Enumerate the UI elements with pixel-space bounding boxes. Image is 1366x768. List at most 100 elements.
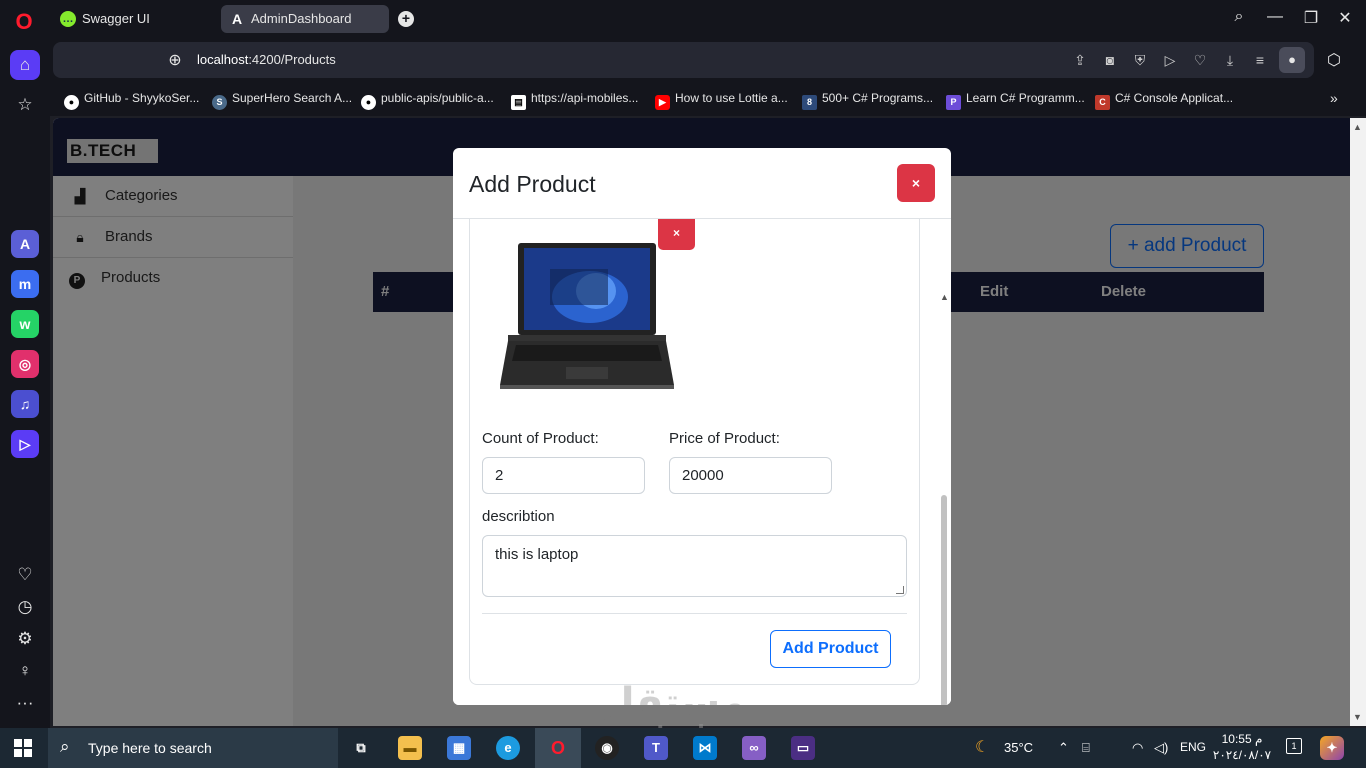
heart-icon[interactable]: ♡ <box>1191 52 1209 69</box>
document-icon: ▤ <box>511 95 526 110</box>
app-icon[interactable]: ◉ <box>595 736 619 760</box>
submit-add-product-button[interactable]: Add Product <box>770 630 891 668</box>
file-explorer-icon[interactable]: ▬ <box>398 736 422 760</box>
opera-sidebar: ⌂ ☆ A m w ◎ ♫ ▷ ♡ ◷ ⚙ ♀ ··· <box>0 38 50 728</box>
scroll-up-icon[interactable]: ▲ <box>1353 122 1362 132</box>
bookmark-item[interactable]: 8 500+ C# Programs... <box>802 91 933 110</box>
notifications-icon[interactable]: 1 <box>1286 738 1302 754</box>
address-bar[interactable]: ⊕ localhost:4200/Products ⇪ ◙ ⛨ ▷ ♡ ⤓ ≡ … <box>53 42 1314 78</box>
tab-admin-dashboard[interactable]: A AdminDashboard <box>221 5 389 33</box>
clock-time: 10:55 م <box>1221 732 1263 746</box>
youtube-icon: ▶ <box>655 95 670 110</box>
price-label: Price of Product: <box>669 430 780 447</box>
price-input[interactable]: 20000 <box>669 457 832 494</box>
search-tabs-icon[interactable]: ⌕ <box>1227 8 1251 26</box>
download-icon[interactable]: ⤓ <box>1221 52 1239 69</box>
count-input[interactable]: 2 <box>482 457 645 494</box>
github-icon: ● <box>361 95 376 110</box>
lightbulb-icon[interactable]: ♀ <box>10 656 40 686</box>
restore-icon[interactable]: ❐ <box>1299 8 1323 28</box>
site-icon: P <box>946 95 961 110</box>
bookmarks-overflow-icon[interactable]: » <box>1330 90 1338 106</box>
wifi-icon[interactable]: ◠ <box>1132 740 1143 756</box>
bookmarks-bar: ● GitHub - ShyykoSer... S SuperHero Search… <box>50 82 1366 116</box>
messenger-icon[interactable]: m <box>11 270 39 298</box>
extensions-icon[interactable]: ⬡ <box>1324 50 1344 70</box>
tab-label: AdminDashboard <box>251 11 352 26</box>
task-view-icon[interactable]: ⧉ <box>349 736 373 760</box>
superhero-icon: S <box>212 95 227 110</box>
github-icon: ● <box>64 95 79 110</box>
tray-overflow-icon[interactable]: ⌃ <box>1058 740 1069 756</box>
opera-icon[interactable]: O <box>546 736 570 760</box>
bookmark-item[interactable]: ▶ How to use Lottie a... <box>655 91 788 110</box>
visual-studio-icon[interactable]: ∞ <box>742 736 766 760</box>
new-tab-button[interactable]: + <box>398 11 414 27</box>
minimize-icon[interactable]: — <box>1263 8 1287 26</box>
description-text: this is laptop <box>495 546 579 563</box>
modal-body: × Count of Product: 2 Price of Product: … <box>453 219 951 705</box>
bookmark-item[interactable]: ● public-apis/public-a... <box>361 91 494 110</box>
whatsapp-icon[interactable]: w <box>11 310 39 338</box>
bookmark-item[interactable]: P Learn C# Programm... <box>946 91 1085 110</box>
opera-logo-icon[interactable]: O <box>12 10 36 34</box>
vscode-icon[interactable]: ⋈ <box>693 736 717 760</box>
star-icon[interactable]: ☆ <box>10 90 40 120</box>
camera-icon[interactable]: ◙ <box>1101 52 1119 68</box>
music-icon[interactable]: ♫ <box>11 390 39 418</box>
bookmark-item[interactable]: ● GitHub - ShyykoSer... <box>64 91 199 110</box>
product-image-laptop <box>500 243 674 389</box>
search-icon: ⌕ <box>60 737 70 756</box>
temperature[interactable]: 35°C <box>1004 740 1033 755</box>
instagram-icon[interactable]: ◎ <box>11 350 39 378</box>
terminal-icon[interactable]: ▭ <box>791 736 815 760</box>
close-modal-button[interactable]: × <box>897 164 935 202</box>
swagger-icon: … <box>60 11 76 27</box>
url-text[interactable]: localhost:4200/Products <box>197 52 336 67</box>
volume-icon[interactable]: ◁) <box>1154 740 1168 756</box>
form-divider <box>482 613 907 614</box>
shield-icon[interactable]: ⛨ <box>1131 52 1149 69</box>
history-icon[interactable]: ◷ <box>10 592 40 622</box>
page-scrollbar[interactable]: ▲ ▼ <box>1350 118 1366 726</box>
watermark-arabic: مستقل <box>600 680 747 726</box>
settings-icon[interactable]: ⚙ <box>10 624 40 654</box>
browser-navbar: ‹ › ↻ ⊕ localhost:4200/Products ⇪ ◙ ⛨ ▷ … <box>50 38 1366 82</box>
resize-handle[interactable] <box>896 586 904 594</box>
windows-start-icon[interactable] <box>14 739 32 757</box>
scroll-up-icon[interactable]: ▲ <box>940 292 949 302</box>
edge-icon[interactable]: e <box>496 736 520 760</box>
angular-icon: A <box>231 11 243 27</box>
scrollbar-thumb[interactable] <box>941 495 947 705</box>
teams-icon[interactable]: T <box>644 736 668 760</box>
tab-label: Swagger UI <box>82 11 150 26</box>
network-icon[interactable]: ⌸ <box>1082 740 1090 756</box>
description-textarea[interactable]: this is laptop <box>482 535 907 597</box>
tab-swagger[interactable]: … Swagger UI <box>52 5 218 33</box>
player-icon[interactable]: ▷ <box>11 430 39 458</box>
store-icon[interactable]: ▦ <box>447 736 471 760</box>
modal-scrollbar[interactable]: ▲ ▼ <box>937 290 951 705</box>
language-indicator[interactable]: ENG <box>1180 740 1206 754</box>
modal-title: Add Product <box>469 171 596 197</box>
bookmark-item[interactable]: S SuperHero Search A... <box>212 91 352 110</box>
modal-header: Add Product × <box>453 148 951 219</box>
scroll-down-icon[interactable]: ▼ <box>1353 712 1362 722</box>
weather-icon[interactable]: ☾ <box>975 737 989 757</box>
share-icon[interactable]: ⇪ <box>1071 52 1089 69</box>
clock-date: ٢٠٢٤/٠٨/٠٧ <box>1212 748 1272 762</box>
play-icon[interactable]: ▷ <box>1161 52 1179 69</box>
taskbar-search-box[interactable]: ⌕ Type here to search <box>48 728 338 768</box>
more-icon[interactable]: ··· <box>10 688 40 718</box>
clock[interactable]: 10:55 م ٢٠٢٤/٠٨/٠٧ <box>1210 731 1274 763</box>
aria-icon[interactable]: A <box>11 230 39 258</box>
close-window-icon[interactable]: ✕ <box>1333 8 1357 28</box>
bookmark-item[interactable]: ▤ https://api-mobiles... <box>511 91 638 110</box>
copilot-icon[interactable]: ✦ <box>1320 736 1344 760</box>
profile-icon[interactable]: ● <box>1279 47 1305 73</box>
easy-setup-icon[interactable]: ≡ <box>1251 52 1269 68</box>
browser-tabstrip: O … Swagger UI A AdminDashboard + ⌕ — ❐ … <box>0 0 1366 38</box>
home-icon[interactable]: ⌂ <box>10 50 40 80</box>
heart-icon[interactable]: ♡ <box>10 560 40 590</box>
bookmark-item[interactable]: C C# Console Applicat... <box>1095 91 1233 110</box>
